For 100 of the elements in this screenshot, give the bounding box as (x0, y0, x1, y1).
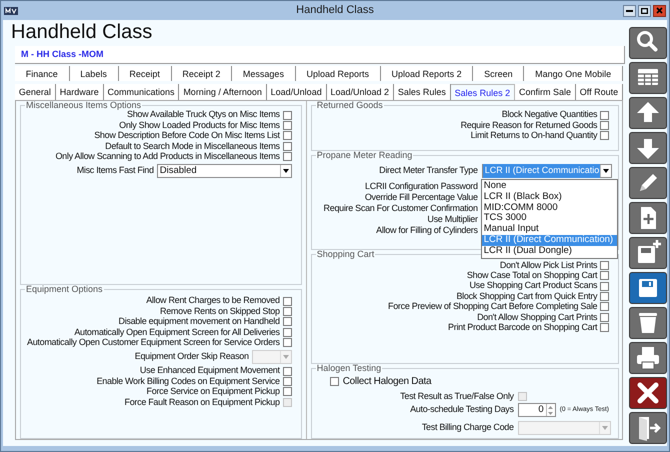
group-title: Miscellaneous Items Options (25, 101, 142, 110)
tab[interactable]: Screen (473, 66, 524, 81)
field-label: Direct Meter Transfer Type (378, 164, 478, 178)
tab[interactable]: Sales Rules 2 (450, 84, 516, 100)
checkbox[interactable] (600, 110, 610, 120)
field-label: Show Available Truck Qtys on Misc Items (127, 109, 280, 122)
maximize-button[interactable] (638, 4, 651, 16)
checkbox[interactable] (600, 312, 610, 322)
field-label: Require Scan For Customer Confirmation (322, 202, 478, 215)
tab[interactable]: Off Route (576, 84, 624, 100)
tab[interactable]: Messages (232, 66, 296, 81)
checkbox[interactable] (600, 271, 610, 280)
checkbox[interactable] (282, 317, 292, 326)
caret-icon (602, 426, 608, 430)
tab[interactable]: Upload Reports (296, 66, 381, 81)
field-label: Force Preview of Shopping Cart Before Completing Sale (388, 301, 598, 314)
dropdown-option[interactable]: MID:COMM 8000 (482, 202, 617, 214)
toolbar-button[interactable] (629, 202, 667, 234)
toolbar-button[interactable] (629, 272, 667, 304)
page-heading: Handheld Class (10, 20, 154, 45)
field-label: Use Multiplier (426, 212, 478, 226)
window-title: Handheld Class (296, 3, 374, 18)
tab[interactable]: Load/Unload (266, 84, 327, 100)
checkbox[interactable] (600, 131, 610, 140)
tab[interactable]: Upload Reports 2 (380, 66, 474, 81)
dropdown-option[interactable]: Manual Input (482, 224, 617, 236)
toolbar-button[interactable] (629, 62, 667, 94)
checkbox[interactable] (282, 366, 292, 376)
field-label: Only Show Loaded Products for Misc Items (119, 119, 280, 132)
tab[interactable]: Morning / Afternoon (179, 84, 267, 100)
tab[interactable]: Mango One Mobile (524, 66, 623, 81)
checkbox[interactable] (282, 142, 292, 151)
number-spinner[interactable]: 0 (518, 403, 556, 417)
checkbox[interactable] (282, 387, 292, 396)
toolbar-button[interactable] (629, 307, 667, 339)
checkbox[interactable] (600, 282, 610, 291)
checkbox[interactable] (600, 323, 610, 332)
field-label: Require Reason for Returned Goods (460, 119, 598, 132)
checkbox[interactable] (282, 110, 292, 120)
tab[interactable]: Sales Rules (394, 84, 451, 100)
field-label: Only Allow Scanning to Add Products in Miscellaneous Items (55, 150, 280, 164)
field-label: Force Fault Reason on Equipment Pickup (124, 396, 280, 409)
field-label: Test Result as True/False Only (399, 390, 514, 403)
tab[interactable]: Load/Unload 2 (326, 84, 394, 100)
checkbox[interactable] (600, 260, 610, 270)
tab[interactable]: Confirm Sale (515, 84, 576, 100)
checkbox[interactable] (282, 121, 292, 130)
dropdown-option[interactable]: LCR II (Dual Dongle) (482, 246, 617, 257)
checkbox[interactable] (282, 307, 292, 316)
toolbar-button[interactable] (629, 167, 667, 199)
checkbox[interactable] (600, 121, 610, 130)
toolbar-button[interactable] (629, 342, 667, 374)
field-label: LCRII Configuration Password (364, 180, 478, 193)
tab[interactable]: Receipt (118, 66, 172, 81)
dropdown-option[interactable]: None (482, 181, 617, 192)
tab[interactable]: General (15, 84, 56, 100)
toolbar-button[interactable] (629, 377, 667, 409)
field-label: Allow Rent Charges to be Removed (146, 294, 280, 308)
tab[interactable]: Finance (15, 66, 70, 81)
toolbar-button[interactable] (629, 97, 667, 129)
checkbox[interactable] (282, 296, 292, 306)
caret-icon (282, 168, 289, 173)
checkbox[interactable] (282, 131, 292, 140)
checkbox[interactable] (282, 338, 292, 348)
toolbar-button[interactable] (629, 412, 667, 444)
toolbar-button[interactable] (629, 237, 667, 269)
dropdown-option[interactable]: TCS 3000 (482, 213, 617, 224)
app-logo-icon (4, 6, 18, 14)
checkbox[interactable] (600, 302, 610, 312)
field-label: Auto-schedule Testing Days (409, 403, 514, 416)
field-label: Equipment Order Skip Reason (134, 350, 249, 364)
checkbox[interactable] (282, 377, 292, 386)
tab[interactable]: Hardware (56, 84, 104, 100)
field-label: Block Negative Quantities (502, 108, 598, 122)
tab[interactable]: Communications (104, 84, 180, 100)
dropdown[interactable]: Disabled (156, 164, 292, 178)
group-title: Returned Goods (316, 101, 384, 110)
group-title: Shopping Cart (316, 250, 376, 260)
field-label: Automatically Open Equipment Screen for All Deliveries (74, 326, 280, 338)
tab[interactable]: Labels (70, 66, 119, 81)
field-label: Enable Work Billing Codes on Equipment Service (96, 375, 280, 388)
field-label: Don't Allow Shopping Cart Prints (477, 311, 598, 324)
checkbox[interactable] (282, 328, 292, 337)
toolbar-button[interactable] (629, 27, 667, 59)
close-button[interactable] (653, 4, 666, 16)
minimize-button[interactable] (623, 4, 636, 16)
tab[interactable]: Receipt 2 (172, 66, 232, 81)
caret-icon (603, 169, 610, 174)
field-label: Test Billing Charge Code (420, 421, 514, 434)
field-label: Remove Rents on Skipped Stop (160, 305, 280, 318)
field-label: Use Enhanced Equipment Movement (140, 364, 280, 378)
checkbox[interactable] (600, 292, 610, 302)
field-label: Disable equipment movement on Handheld (118, 316, 280, 328)
toolbar-button[interactable] (629, 132, 667, 164)
checkbox[interactable] (282, 152, 292, 162)
field-label: Print Product Barcode on Shopping Cart (448, 322, 598, 334)
record-label: M - HH Class -MOM (20, 48, 104, 61)
dropdown-option[interactable]: LCR II (Black Box) (482, 192, 617, 203)
field-label: Default to Search Mode in Miscellaneous Items (105, 140, 280, 152)
checkbox[interactable] (330, 377, 339, 386)
